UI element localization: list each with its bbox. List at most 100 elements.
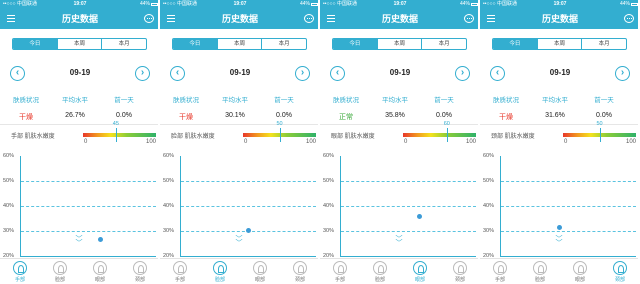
scale-marker [599,128,601,142]
bottom-tab-label: 颈部 [294,277,305,283]
bottom-tab-label: 手部 [14,277,25,283]
status-time: 19:07 [393,1,407,7]
bottom-tab-face[interactable]: 脸部 [40,261,80,283]
bottom-tab-neck[interactable]: 颈部 [120,261,160,283]
bottom-tab-label: 颈部 [454,277,465,283]
data-point [246,228,251,234]
battery-percent: 44% [459,1,470,7]
y-tick-label: 30% [163,228,175,234]
scroll-down-icon[interactable]: ﹀ ﹀ [554,236,564,248]
scale-max: 100 [465,139,476,145]
bottom-tab-face[interactable]: 脸部 [520,261,560,283]
tab-month[interactable]: 本月 [582,39,626,49]
tab-today[interactable]: 今日 [333,39,378,49]
scroll-down-icon[interactable]: ﹀ ﹀ [394,236,404,248]
phone-screen: ••○○○ 中国联通 19:07 44% 历史数据 今日 本周 本月 ‹ 09-19 › 肤质状况… [320,0,480,284]
bottom-tab-label: 手部 [494,277,505,283]
bottom-tab-eye[interactable]: 眼部 [560,261,600,283]
moisture-chart: 60% 50% 40% 30% 20% ﹀ ﹀ [160,148,320,259]
stat-previous-day: 前一天 0.0% [424,94,464,119]
tab-today[interactable]: 今日 [13,39,58,49]
bottom-tab-label: 眼部 [94,277,105,283]
bottom-tab-face[interactable]: 脸部 [200,261,240,283]
battery-icon [151,3,158,6]
scale-max: 100 [625,139,636,145]
scroll-down-icon[interactable]: ﹀ ﹀ [74,236,84,248]
message-icon[interactable] [304,14,314,23]
bottom-tab-hand[interactable]: 手部 [0,261,40,283]
tab-month[interactable]: 本月 [262,39,306,49]
eye-icon [573,261,587,275]
data-point [417,214,422,219]
tab-today[interactable]: 今日 [493,39,538,49]
grid-line [181,206,316,207]
y-axis [20,156,21,256]
tab-week[interactable]: 本周 [538,39,583,49]
moisture-scale: 脸部 肌肤水嫩度 50 0 100 [160,121,320,148]
bottom-tab-label: 脸部 [534,277,545,283]
grid-line [21,206,156,207]
stat-label: 平均水平 [62,97,88,104]
battery-icon [311,3,318,6]
message-icon[interactable] [464,14,474,23]
grid-line [341,231,476,232]
nav-bar: 历史数据 [160,9,320,29]
status-time: 19:07 [73,1,87,7]
y-tick-label: 40% [323,203,335,209]
stat-label: 前一天 [594,97,614,104]
stat-label: 前一天 [114,97,134,104]
region-label: 颈部 肌肤水嫩度 [491,134,535,140]
next-date-button[interactable]: › [295,66,310,81]
message-icon[interactable] [144,14,154,23]
bottom-tab-hand[interactable]: 手部 [160,261,200,283]
y-axis [340,156,341,256]
stat-value: 0.0% [596,112,612,119]
moisture-scale: 颈部 肌肤水嫩度 50 0 100 [480,121,640,148]
tab-month[interactable]: 本月 [102,39,146,49]
tab-week[interactable]: 本周 [218,39,263,49]
moisture-chart: 60% 50% 40% 30% 20% ﹀ ﹀ [0,148,160,259]
y-tick-label: 60% [323,153,335,159]
bottom-tab-hand[interactable]: 手部 [480,261,520,283]
y-tick-label: 50% [163,178,175,184]
tab-week[interactable]: 本周 [378,39,423,49]
bottom-tab-neck[interactable]: 颈部 [600,261,640,283]
page-title: 历史数据 [221,14,258,24]
scroll-down-icon[interactable]: ﹀ ﹀ [234,236,244,248]
stat-average: 平均水平 30.1% [215,94,255,119]
next-date-button[interactable]: › [455,66,470,81]
battery-percent: 44% [139,1,150,7]
bottom-tab-eye[interactable]: 眼部 [400,261,440,283]
scale-min: 0 [564,139,568,145]
moisture-scale: 眼部 肌肤水嫩度 60 0 100 [320,121,480,148]
scale-max: 100 [145,139,156,145]
divider [320,124,480,125]
tab-month[interactable]: 本月 [422,39,466,49]
marker-value: 45 [112,121,119,127]
tab-week[interactable]: 本周 [58,39,103,49]
tab-today[interactable]: 今日 [173,39,218,49]
bottom-tab-neck[interactable]: 颈部 [440,261,480,283]
face-icon [373,261,387,275]
bottom-tab-hand[interactable]: 手部 [320,261,360,283]
bottom-tab-label: 颈部 [134,277,145,283]
stat-skin-status: 肤质状况 干燥 [166,94,206,122]
status-bar: ••○○○ 中国联通 19:07 44% [320,0,480,9]
bottom-tab-face[interactable]: 脸部 [360,261,400,283]
status-bar: ••○○○ 中国联通 19:07 44% [480,0,640,9]
bottom-nav: 手部 脸部 眼部 颈部 [0,258,160,284]
message-icon[interactable] [624,14,634,23]
bottom-tab-eye[interactable]: 眼部 [240,261,280,283]
next-date-button[interactable]: › [615,66,630,81]
y-tick-label: 50% [323,178,335,184]
stat-label: 前一天 [434,97,454,104]
bottom-tab-eye[interactable]: 眼部 [80,261,120,283]
face-icon [533,261,547,275]
y-axis [500,156,501,256]
bottom-tab-neck[interactable]: 颈部 [280,261,320,283]
next-date-button[interactable]: › [135,66,150,81]
status-bar: ••○○○ 中国联通 19:07 44% [0,0,160,9]
gradient-bar: 50 [563,121,636,142]
marker-value: 50 [276,121,283,127]
stat-label: 肤质状况 [333,97,359,104]
